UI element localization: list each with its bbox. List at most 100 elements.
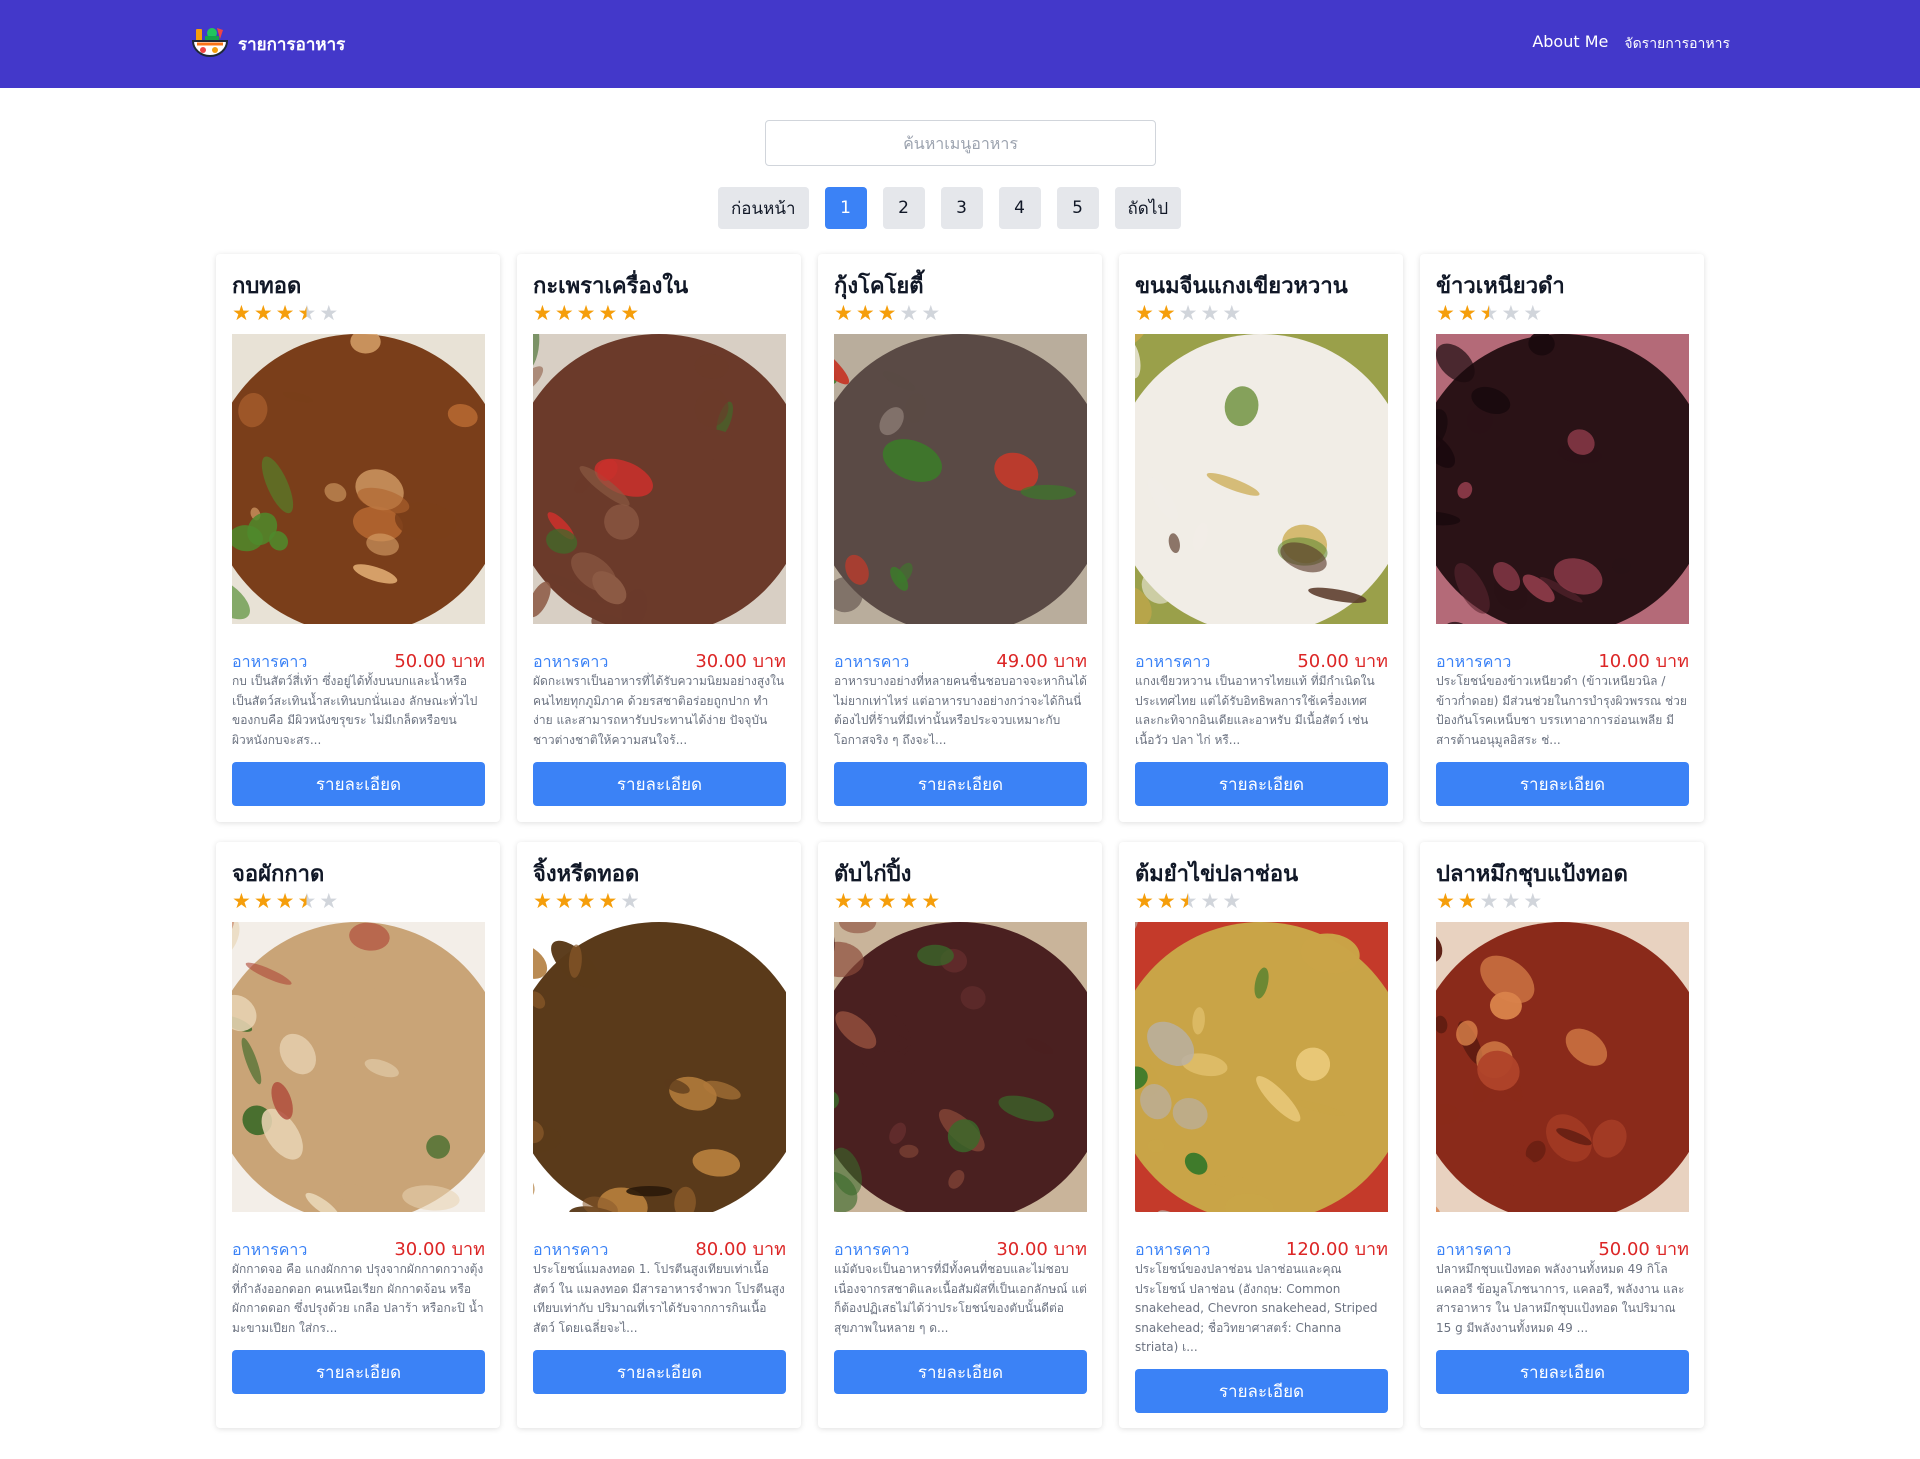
menu-title: กะเพราเครื่องใน bbox=[533, 274, 689, 299]
menu-photo bbox=[834, 334, 1087, 624]
menu-description: ผักกาดจอ คือ แกงผักกาด ปรุงจากผักกาดกวาง… bbox=[232, 1262, 484, 1335]
star-icon: ★ bbox=[297, 301, 317, 325]
food-photo-image bbox=[533, 334, 786, 624]
menu-description: แกงเขียวหวาน เป็นอาหารไทยแท้ ที่มีกำเนิด… bbox=[1135, 674, 1375, 747]
menu-title: ปลาหมึกชุบแป้งทอด bbox=[1436, 862, 1628, 887]
prev-page-button[interactable]: ก่อนหน้า bbox=[718, 187, 809, 229]
star-icon: ★ bbox=[1523, 301, 1543, 325]
menu-price: 50.00 บาท bbox=[1598, 1239, 1689, 1260]
star-icon: ★ bbox=[1501, 301, 1521, 325]
star-icon: ★ bbox=[1200, 889, 1220, 913]
page-5-button[interactable]: 5 bbox=[1056, 187, 1099, 229]
rating-stars: ★ ★ ★ ★ ★ bbox=[232, 302, 338, 324]
star-icon: ★ bbox=[576, 889, 596, 913]
menu-title: ตับไก่ปิ้ง bbox=[834, 862, 912, 887]
star-icon: ★ bbox=[620, 889, 640, 913]
rating-stars: ★ ★ ★ ★ ★ bbox=[1135, 890, 1241, 912]
star-icon: ★ bbox=[1436, 301, 1455, 325]
star-icon: ★ bbox=[1457, 301, 1477, 325]
page-4-button[interactable]: 4 bbox=[998, 187, 1041, 229]
menu-title: ต้มยำไข่ปลาช่อน bbox=[1135, 862, 1299, 887]
rating-stars: ★ ★ ★ ★ ★ bbox=[834, 302, 940, 324]
menu-photo bbox=[533, 922, 786, 1212]
brand[interactable]: รายการอาหาร bbox=[190, 24, 345, 64]
star-icon: ★ bbox=[1178, 889, 1198, 913]
star-icon: ★ bbox=[877, 889, 897, 913]
star-icon: ★ bbox=[275, 889, 295, 913]
star-icon: ★ bbox=[899, 301, 919, 325]
star-icon: ★ bbox=[899, 889, 919, 913]
detail-button[interactable]: รายละเอียด bbox=[1436, 1350, 1689, 1394]
page-1-button[interactable]: 1 bbox=[824, 187, 867, 229]
menu-card: ข้าวเหนียวดำ ★ ★ ★ ★ ★ อาหารคาว 10.00 บาท ปร… bbox=[1420, 254, 1704, 822]
star-icon: ★ bbox=[1135, 889, 1154, 913]
detail-button[interactable]: รายละเอียด bbox=[232, 762, 485, 806]
menu-description: แม้ตับจะเป็นอาหารที่มีทั้งคนที่ชอบและไม่… bbox=[834, 1262, 1087, 1335]
detail-button[interactable]: รายละเอียด bbox=[1436, 762, 1689, 806]
star-icon: ★ bbox=[1501, 889, 1521, 913]
food-bowl-icon bbox=[191, 28, 229, 57]
star-icon: ★ bbox=[921, 889, 941, 913]
page-2-button[interactable]: 2 bbox=[882, 187, 925, 229]
menu-description: ผัดกะเพราเป็นอาหารที่ได้รับความนิยมอย่าง… bbox=[533, 674, 785, 747]
star-icon: ★ bbox=[232, 301, 251, 325]
menu-photo bbox=[1135, 334, 1388, 624]
menu-photo bbox=[232, 922, 485, 1212]
star-icon: ★ bbox=[232, 889, 251, 913]
menu-card: ขนมจีนแกงเขียวหวาน ★ ★ ★ ★ ★ อาหารคาว 50.00 … bbox=[1119, 254, 1403, 822]
detail-button[interactable]: รายละเอียด bbox=[1135, 762, 1388, 806]
star-icon: ★ bbox=[598, 301, 618, 325]
star-icon: ★ bbox=[1156, 889, 1176, 913]
nav-links: About Me จัดรายการอาหาร bbox=[1532, 32, 1730, 55]
rating-stars: ★ ★ ★ ★ ★ bbox=[232, 890, 338, 912]
food-photo-image bbox=[232, 334, 485, 624]
rating-stars: ★ ★ ★ ★ ★ bbox=[1135, 302, 1241, 324]
nav-about-me[interactable]: About Me bbox=[1532, 32, 1608, 55]
menu-title: กบทอด bbox=[232, 274, 302, 299]
food-photo-image bbox=[834, 334, 1087, 624]
brand-title: รายการอาหาร bbox=[238, 34, 346, 55]
menu-photo bbox=[834, 922, 1087, 1212]
menu-price: 50.00 บาท bbox=[1297, 651, 1388, 672]
menu-price: 49.00 บาท bbox=[996, 651, 1087, 672]
star-icon: ★ bbox=[253, 301, 273, 325]
detail-button[interactable]: รายละเอียด bbox=[533, 762, 786, 806]
star-icon: ★ bbox=[1479, 301, 1499, 325]
menu-price: 120.00 บาท bbox=[1285, 1239, 1388, 1260]
menu-card: กะเพราเครื่องใน ★ ★ ★ ★ ★ อาหารคาว 30.00 บาท… bbox=[517, 254, 801, 822]
page-3-button[interactable]: 3 bbox=[940, 187, 983, 229]
detail-button[interactable]: รายละเอียด bbox=[232, 1350, 485, 1394]
food-photo-image bbox=[834, 922, 1087, 1212]
next-page-button[interactable]: ถัดไป bbox=[1114, 187, 1182, 229]
search-input[interactable] bbox=[765, 120, 1156, 166]
star-icon: ★ bbox=[297, 889, 317, 913]
menu-title: ข้าวเหนียวดำ bbox=[1436, 274, 1565, 299]
food-photo-image bbox=[232, 922, 485, 1212]
star-icon: ★ bbox=[1135, 301, 1154, 325]
star-icon: ★ bbox=[1178, 301, 1198, 325]
menu-photo bbox=[1436, 922, 1689, 1212]
menu-price: 30.00 บาท bbox=[695, 651, 786, 672]
star-icon: ★ bbox=[319, 889, 339, 913]
star-icon: ★ bbox=[1200, 301, 1220, 325]
star-icon: ★ bbox=[554, 301, 574, 325]
menu-description: ประโยชน์ของปลาช่อน ปลาช่อนและคุณประโยชน์… bbox=[1135, 1262, 1378, 1354]
detail-button[interactable]: รายละเอียด bbox=[1135, 1369, 1388, 1413]
detail-button[interactable]: รายละเอียด bbox=[834, 1350, 1087, 1394]
menu-photo bbox=[1436, 334, 1689, 624]
star-icon: ★ bbox=[1436, 889, 1455, 913]
menu-price: 10.00 บาท bbox=[1598, 651, 1689, 672]
menu-price: 30.00 บาท bbox=[996, 1239, 1087, 1260]
food-photo-image bbox=[533, 922, 786, 1212]
menu-card: จิ้งหรีดทอด ★ ★ ★ ★ ★ อาหารคาว 80.00 บาท ประ… bbox=[517, 842, 801, 1428]
menu-title: จิ้งหรีดทอด bbox=[533, 862, 640, 887]
star-icon: ★ bbox=[1156, 301, 1176, 325]
star-icon: ★ bbox=[554, 889, 574, 913]
rating-stars: ★ ★ ★ ★ ★ bbox=[1436, 302, 1542, 324]
detail-button[interactable]: รายละเอียด bbox=[834, 762, 1087, 806]
menu-price: 50.00 บาท bbox=[394, 651, 485, 672]
nav-manage-menu[interactable]: จัดรายการอาหาร bbox=[1624, 32, 1730, 55]
top-navbar: รายการอาหาร About Me จัดรายการอาหาร bbox=[0, 0, 1920, 88]
detail-button[interactable]: รายละเอียด bbox=[533, 1350, 786, 1394]
menu-price: 80.00 บาท bbox=[695, 1239, 786, 1260]
